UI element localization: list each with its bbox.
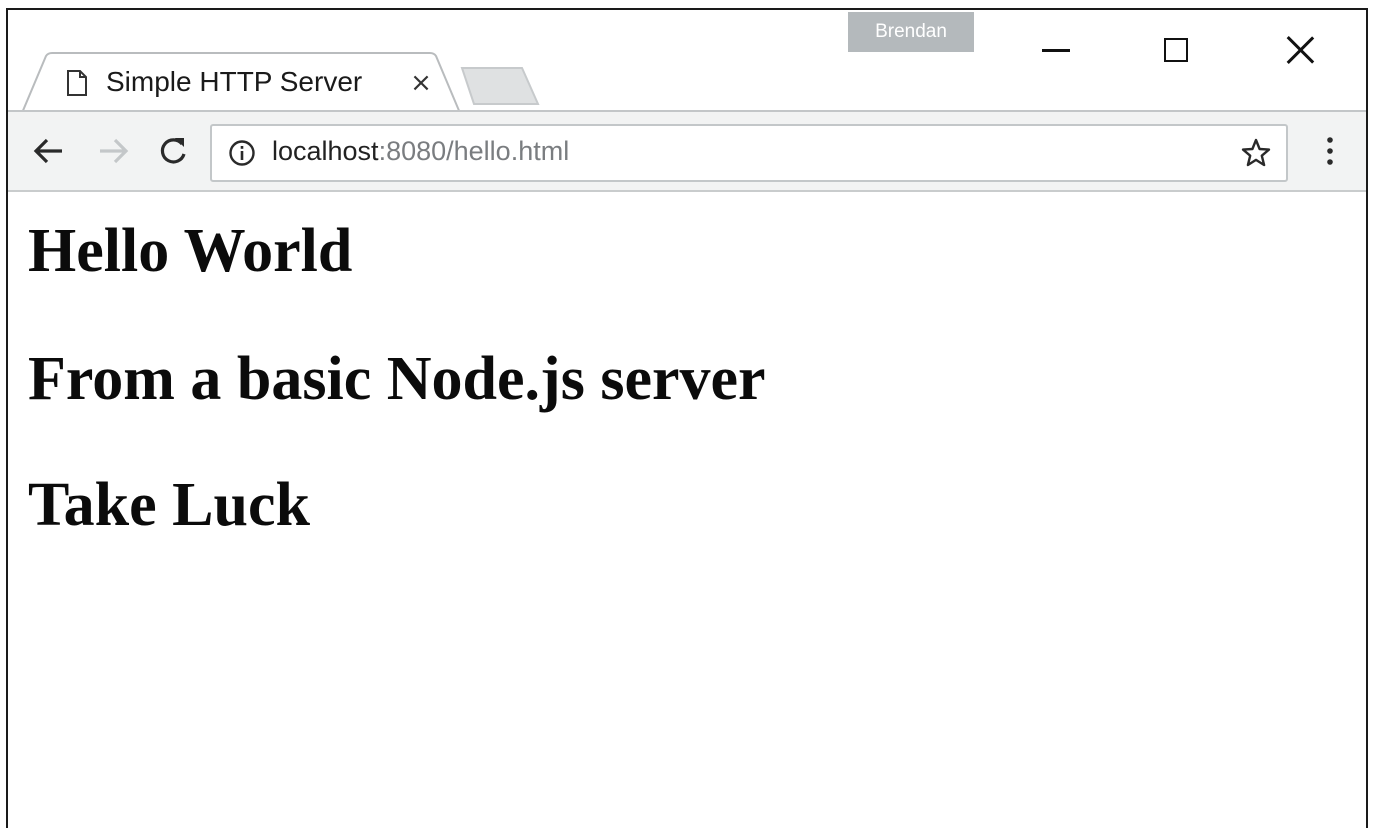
reload-icon (160, 138, 186, 164)
browser-menu-button[interactable] (1310, 126, 1350, 176)
arrow-left-icon (33, 138, 62, 164)
heading-take-luck: Take Luck (28, 471, 310, 539)
close-window-button[interactable] (1240, 10, 1360, 90)
profile-badge[interactable]: Brendan (848, 12, 974, 52)
minimize-icon (1042, 48, 1070, 52)
arrow-right-icon (100, 138, 129, 164)
title-bar: Brendan Simple HTTP Server × (8, 10, 1366, 114)
browser-window: Brendan Simple HTTP Server × localhost:8… (6, 8, 1368, 828)
new-tab-button[interactable] (460, 66, 540, 106)
tab-title: Simple HTTP Server (106, 66, 363, 97)
address-bar[interactable]: localhost:8080/hello.html (210, 124, 1288, 182)
url-path: :8080/hello.html (378, 136, 570, 166)
kebab-menu-icon (1327, 137, 1333, 165)
page-icon (67, 70, 87, 96)
reload-button[interactable] (148, 126, 198, 176)
url-host: localhost (272, 136, 379, 166)
url-text[interactable]: localhost:8080/hello.html (272, 136, 569, 167)
tab-simple-http-server[interactable]: Simple HTTP Server × (22, 52, 462, 114)
maximize-button[interactable] (1116, 10, 1236, 90)
page-content: Hello World From a basic Node.js server … (8, 192, 1366, 828)
star-icon[interactable] (1240, 137, 1272, 169)
heading-node-server: From a basic Node.js server (28, 345, 766, 413)
info-icon[interactable] (228, 139, 256, 167)
minimize-button[interactable] (996, 10, 1116, 90)
tab-close-button[interactable]: × (406, 66, 436, 100)
back-button[interactable] (24, 126, 74, 176)
browser-toolbar: localhost:8080/hello.html (8, 110, 1366, 192)
heading-hello-world: Hello World (28, 217, 353, 285)
forward-button[interactable] (88, 126, 138, 176)
maximize-icon (1164, 38, 1188, 62)
close-icon (1285, 35, 1315, 65)
